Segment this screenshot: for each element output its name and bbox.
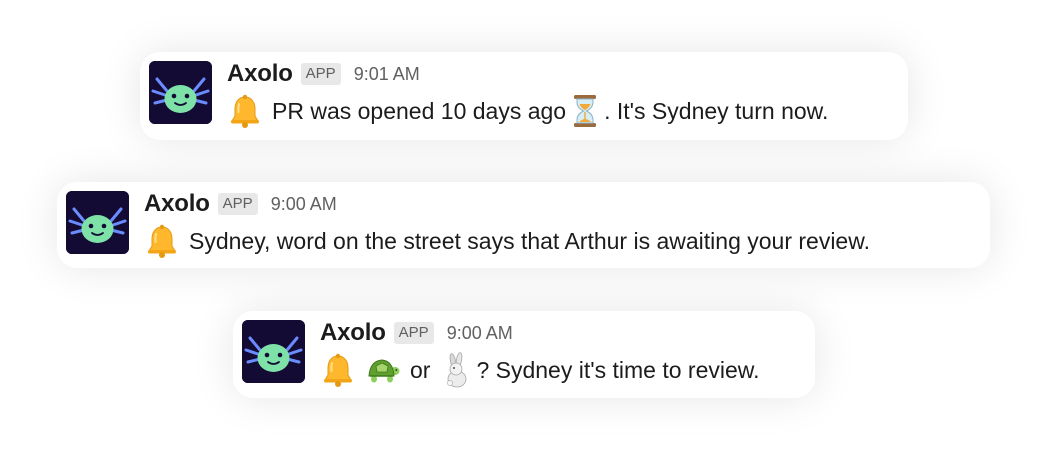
axolotl-avatar-icon[interactable]	[149, 61, 212, 124]
message-text: Sydney, word on the street says that Art…	[144, 222, 870, 260]
axolotl-avatar-icon[interactable]	[66, 191, 129, 254]
sender-name[interactable]: Axolo	[227, 60, 293, 88]
timestamp[interactable]: 9:00 AM	[447, 323, 513, 344]
message-text-segment: PR was opened 10 days ago	[272, 97, 567, 124]
message-header: Axolo APP 9:01 AM	[227, 59, 420, 89]
message-text-segment: ? Sydney it's time to review.	[476, 356, 760, 383]
app-badge: APP	[300, 63, 341, 85]
message-text-segment: or	[410, 356, 431, 383]
hourglass-icon	[567, 93, 603, 129]
message-text: or ? Sydney it's time to review.	[320, 351, 760, 389]
sender-name[interactable]: Axolo	[320, 319, 386, 347]
message-header: Axolo APP 9:00 AM	[320, 318, 513, 348]
message-card[interactable]: Axolo APP 9:00 AM or ? Sydney it's time …	[233, 311, 815, 398]
message-text-segment: . It's Sydney turn now.	[604, 97, 829, 124]
message-card[interactable]: Axolo APP 9:00 AM Sydney, word on the st…	[57, 182, 990, 268]
message-card[interactable]: Axolo APP 9:01 AM PR was opened 10 days …	[140, 52, 908, 140]
rabbit-icon	[439, 352, 475, 388]
turtle-icon	[365, 352, 401, 388]
bell-icon	[227, 93, 263, 129]
timestamp[interactable]: 9:00 AM	[271, 194, 337, 215]
bell-icon	[144, 223, 180, 259]
message-text-segment: Sydney, word on the street says that Art…	[189, 227, 870, 254]
app-badge: APP	[393, 322, 434, 344]
bell-icon	[320, 352, 356, 388]
sender-name[interactable]: Axolo	[144, 190, 210, 218]
app-badge: APP	[217, 193, 258, 215]
message-header: Axolo APP 9:00 AM	[144, 189, 337, 219]
timestamp[interactable]: 9:01 AM	[354, 64, 420, 85]
message-text: PR was opened 10 days ago . It's Sydney …	[227, 92, 828, 130]
axolotl-avatar-icon[interactable]	[242, 320, 305, 383]
